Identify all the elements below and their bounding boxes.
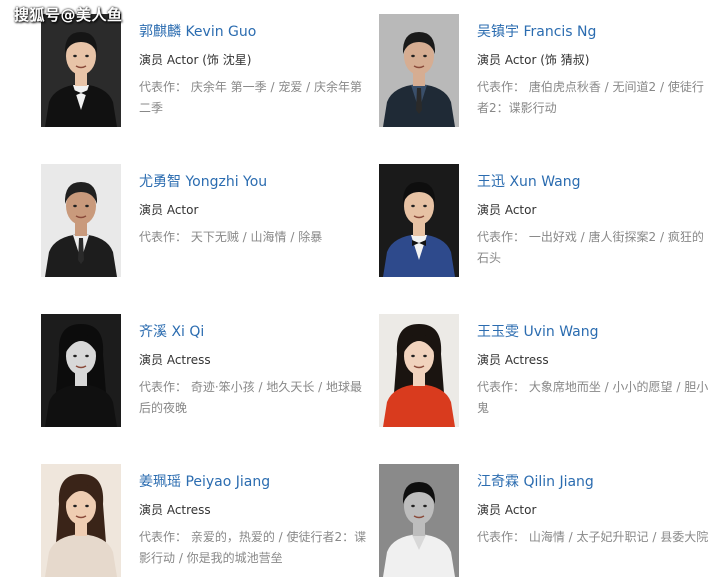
works-label: 代表作：: [477, 380, 526, 394]
portrait-image: [379, 14, 459, 127]
cast-role: 演员 Actress: [139, 353, 211, 367]
watermark: 搜狐号@美人鱼: [14, 6, 123, 24]
cast-works: 代表作： 庆余年 第一季 / 宠爱 / 庆余年第二季: [139, 77, 371, 119]
cast-role: 演员 Actor: [139, 203, 199, 217]
cast-role: 演员 Actress: [477, 353, 549, 367]
cast-photo[interactable]: [379, 164, 459, 277]
works-label: 代表作：: [139, 530, 188, 544]
cast-role: 演员 Actor (饰 沈星): [139, 53, 252, 67]
portrait-image: [41, 314, 121, 427]
cast-role: 演员 Actor: [477, 503, 537, 517]
cast-card: 齐溪 Xi Qi 演员 Actress 代表作： 奇迹·笨小孩 / 地久天长 /…: [41, 314, 371, 430]
cast-photo[interactable]: [379, 464, 459, 577]
cast-card: 姜珮瑶 Peiyao Jiang 演员 Actress 代表作： 亲爱的，热爱的…: [41, 464, 371, 580]
cast-works: 代表作： 唐伯虎点秋香 / 无间道2 / 使徒行者2：谍影行动: [477, 77, 709, 119]
portrait-image: [379, 164, 459, 277]
works-label: 代表作：: [477, 230, 526, 244]
cast-card: 王玉雯 Uvin Wang 演员 Actress 代表作： 大象席地而坐 / 小…: [379, 314, 709, 430]
cast-role: 演员 Actor (饰 猜叔): [477, 53, 590, 67]
cast-role: 演员 Actor: [477, 203, 537, 217]
cast-name-link[interactable]: 王迅 Xun Wang: [477, 172, 709, 192]
works-label: 代表作：: [139, 80, 188, 94]
works-label: 代表作：: [139, 380, 188, 394]
cast-works: 代表作： 一出好戏 / 唐人街探案2 / 疯狂的石头: [477, 227, 709, 269]
cast-name-link[interactable]: 吴镇宇 Francis Ng: [477, 22, 709, 42]
portrait-image: [41, 464, 121, 577]
cast-card: 尤勇智 Yongzhi You 演员 Actor 代表作： 天下无贼 / 山海情…: [41, 164, 371, 280]
cast-name-link[interactable]: 王玉雯 Uvin Wang: [477, 322, 709, 342]
cast-card: 吴镇宇 Francis Ng 演员 Actor (饰 猜叔) 代表作： 唐伯虎点…: [379, 14, 709, 130]
cast-works: 代表作： 天下无贼 / 山海情 / 除暴: [139, 227, 371, 248]
cast-works: 代表作： 亲爱的，热爱的 / 使徒行者2：谍影行动 / 你是我的城池营垒: [139, 527, 371, 569]
cast-name-link[interactable]: 姜珮瑶 Peiyao Jiang: [139, 472, 371, 492]
cast-name-link[interactable]: 郭麒麟 Kevin Guo: [139, 22, 371, 42]
works-list: 山海情 / 太子妃升职记 / 县委大院: [528, 530, 709, 544]
cast-name-link[interactable]: 齐溪 Xi Qi: [139, 322, 371, 342]
cast-works: 代表作： 山海情 / 太子妃升职记 / 县委大院: [477, 527, 709, 548]
cast-card: 王迅 Xun Wang 演员 Actor 代表作： 一出好戏 / 唐人街探案2 …: [379, 164, 709, 280]
portrait-image: [379, 464, 459, 577]
portrait-image: [41, 164, 121, 277]
cast-photo[interactable]: [41, 314, 121, 427]
cast-photo[interactable]: [41, 164, 121, 277]
works-label: 代表作：: [139, 230, 188, 244]
works-list: 天下无贼 / 山海情 / 除暴: [190, 230, 323, 244]
cast-photo[interactable]: [41, 464, 121, 577]
cast-role: 演员 Actress: [139, 503, 211, 517]
cast-name-link[interactable]: 尤勇智 Yongzhi You: [139, 172, 371, 192]
cast-card: 江奇霖 Qilin Jiang 演员 Actor 代表作： 山海情 / 太子妃升…: [379, 464, 709, 580]
portrait-image: [379, 314, 459, 427]
cast-works: 代表作： 大象席地而坐 / 小小的愿望 / 胆小鬼: [477, 377, 709, 419]
cast-photo[interactable]: [41, 14, 121, 127]
cast-photo[interactable]: [379, 314, 459, 427]
cast-photo[interactable]: [379, 14, 459, 127]
cast-works: 代表作： 奇迹·笨小孩 / 地久天长 / 地球最后的夜晚: [139, 377, 371, 419]
cast-name-link[interactable]: 江奇霖 Qilin Jiang: [477, 472, 709, 492]
works-label: 代表作：: [477, 80, 526, 94]
works-label: 代表作：: [477, 530, 526, 544]
cast-card: 郭麒麟 Kevin Guo 演员 Actor (饰 沈星) 代表作： 庆余年 第…: [41, 14, 371, 130]
portrait-image: [41, 14, 121, 127]
